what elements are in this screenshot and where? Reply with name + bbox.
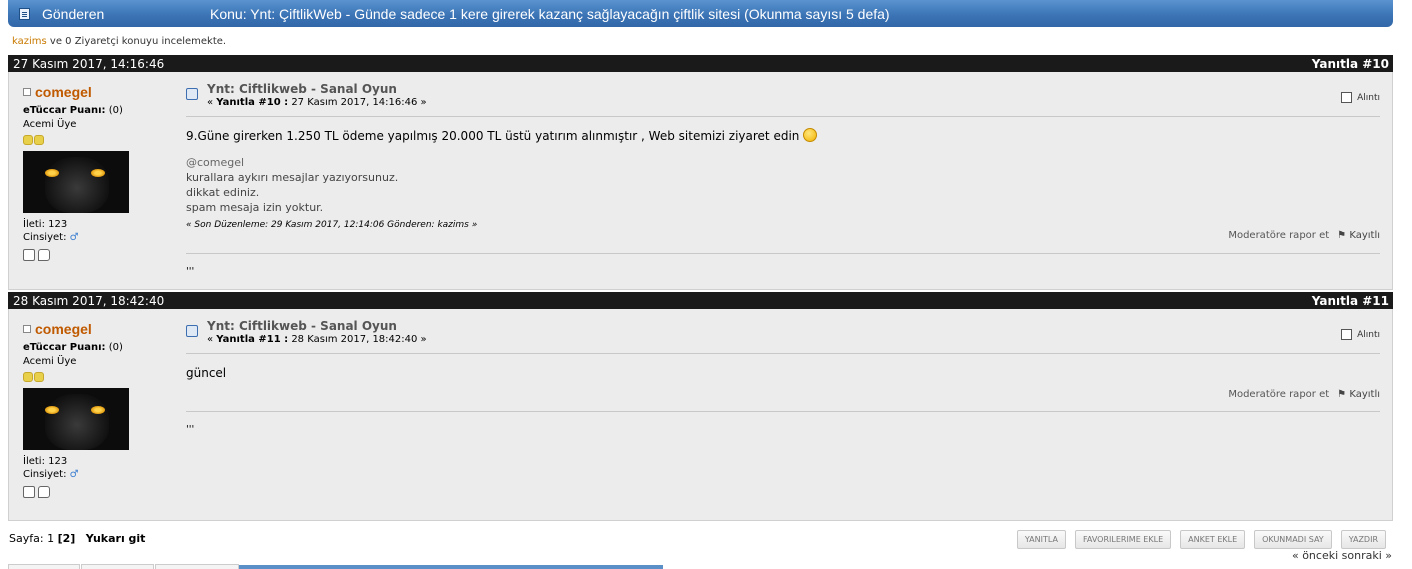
reply-button[interactable]: YANITLA (1016, 530, 1066, 549)
private-message-icon[interactable] (38, 486, 50, 498)
gender-label: Cinsiyet: (23, 232, 67, 243)
male-icon: ♂ (69, 232, 79, 243)
rank-stars (23, 135, 173, 145)
post-title[interactable]: Ynt: Ciftlikweb - Sanal Oyun (207, 82, 427, 96)
post-reply-ref: Yanıtla #11 : (216, 334, 289, 345)
post-reply-number[interactable]: Yanıtla #10 (1312, 57, 1389, 71)
private-message-icon[interactable] (38, 249, 50, 261)
pagination-label: Sayfa: (9, 532, 44, 545)
quote-button[interactable]: Alıntı (1341, 92, 1380, 103)
last-edit-note: « Son Düzenleme: 29 Kasım 2017, 12:14:06… (186, 220, 478, 230)
topic-header-bar: Gönderen Konu: Ynt: ÇiftlikWeb - Günde s… (8, 0, 1393, 27)
meta-prefix: « (207, 97, 217, 108)
rating-label: eTüccar Puanı: (23, 342, 106, 353)
moderator-note: @comegel kurallara aykırı mesajlar yazıy… (186, 155, 1380, 215)
bottom-tab[interactable] (8, 564, 80, 569)
poster-rank: Acemi Üye (23, 119, 77, 130)
poster-info: comegel eTüccar Puanı: (0) Acemi Üye İle… (23, 321, 173, 498)
sender-column-label: Gönderen (42, 5, 105, 22)
mod-line: kurallara aykırı mesajlar yazıyorsunuz. (186, 171, 399, 184)
poster-rank: Acemi Üye (23, 356, 77, 367)
quote-label: Alıntı (1357, 92, 1380, 103)
topic-buttons: YANITLA FAVORILERIME EKLE ANKET EKLE OKU… (1016, 530, 1386, 549)
logged-label: Kayıtlı (1349, 389, 1380, 400)
rank-stars (23, 372, 173, 382)
current-page: [2] (57, 532, 76, 545)
report-to-moderator-link[interactable]: Moderatöre rapor et (1228, 389, 1329, 400)
go-top-link[interactable]: Yukarı git (86, 532, 146, 545)
quote-label: Alıntı (1357, 329, 1380, 340)
gender-label: Cinsiyet: (23, 469, 67, 480)
post: comegel eTüccar Puanı: (0) Acemi Üye İle… (8, 309, 1393, 521)
post-reply-number[interactable]: Yanıtla #11 (1312, 294, 1389, 308)
poster-post-count: İleti: 123 (23, 219, 68, 230)
next-link[interactable]: sonraki » (1342, 549, 1392, 562)
viewers-text: ve 0 Ziyaretçi konuyu incelemekte. (46, 36, 227, 47)
poster-info: comegel eTüccar Puanı: (0) Acemi Üye İle… (23, 84, 173, 261)
online-status-icon (23, 325, 31, 333)
post-date-bar: 27 Kasım 2017, 14:16:46 Yanıtla #10 (8, 55, 1393, 72)
post: comegel eTüccar Puanı: (0) Acemi Üye İle… (8, 72, 1393, 290)
page-link[interactable]: 1 (47, 532, 54, 545)
document-icon (19, 7, 30, 20)
bottom-tab[interactable] (155, 564, 239, 569)
signature: ''' (186, 424, 195, 435)
avatar (23, 151, 129, 213)
add-favorites-button[interactable]: FAVORILERIME EKLE (1075, 530, 1172, 549)
logged-label: Kayıtlı (1349, 230, 1380, 241)
print-button[interactable]: YAZDIR (1340, 530, 1386, 549)
quote-icon (1341, 329, 1353, 340)
post-meta-date: 27 Kasım 2017, 14:16:46 » (288, 97, 427, 108)
post-title[interactable]: Ynt: Ciftlikweb - Sanal Oyun (207, 319, 427, 333)
logged-indicator: ⚑ Kayıtlı (1337, 230, 1380, 241)
online-status-icon (23, 88, 31, 96)
profile-icon[interactable] (23, 249, 35, 261)
report-to-moderator-link[interactable]: Moderatöre rapor et (1228, 230, 1329, 241)
post-icon (186, 325, 198, 337)
post-date: 27 Kasım 2017, 14:16:46 (13, 56, 165, 71)
viewer-user-link[interactable]: kazims (12, 36, 47, 47)
add-poll-button[interactable]: ANKET EKLE (1180, 530, 1246, 549)
post-date: 28 Kasım 2017, 18:42:40 (13, 293, 165, 308)
rating-value: (0) (108, 342, 123, 353)
male-icon: ♂ (69, 469, 79, 480)
logged-indicator: ⚑ Kayıtlı (1337, 389, 1380, 400)
previous-link[interactable]: « önceki (1292, 549, 1338, 562)
star-icon (34, 135, 44, 145)
smiley-icon (803, 128, 818, 142)
avatar (23, 388, 129, 450)
post-reply-ref: Yanıtla #10 : (216, 97, 289, 108)
pagination: Sayfa: 1 [2] Yukarı git (9, 532, 145, 545)
post-icon (186, 88, 198, 100)
signature: ''' (186, 266, 195, 277)
post-message: güncel (186, 366, 227, 380)
profile-icon[interactable] (23, 486, 35, 498)
mark-unread-button[interactable]: OKUNMADI SAY (1254, 530, 1332, 549)
post-date-bar: 28 Kasım 2017, 18:42:40 Yanıtla #11 (8, 292, 1393, 309)
rating-label: eTüccar Puanı: (23, 105, 106, 116)
poster-name[interactable]: comegel (35, 321, 92, 337)
star-icon (23, 372, 33, 382)
quote-icon (1341, 92, 1353, 103)
mod-mention: @comegel (186, 156, 245, 169)
mod-line: spam mesaja izin yoktur. (186, 201, 324, 214)
mod-line: dikkat ediniz. (186, 186, 260, 199)
bottom-tab-strip (8, 564, 1393, 569)
topic-subject: Konu: Ynt: ÇiftlikWeb - Günde sadece 1 k… (210, 5, 890, 22)
star-icon (23, 135, 33, 145)
meta-prefix: « (207, 334, 217, 345)
poster-post-count: İleti: 123 (23, 456, 68, 467)
post-meta-date: 28 Kasım 2017, 18:42:40 » (288, 334, 427, 345)
post-message: 9.Güne girerken 1.250 TL ödeme yapılmış … (186, 128, 1380, 144)
topic-nav: « önceki sonraki » (1292, 549, 1392, 562)
quote-button[interactable]: Alıntı (1341, 329, 1380, 340)
rating-value: (0) (108, 105, 123, 116)
bottom-tab[interactable] (81, 564, 154, 569)
message-text: 9.Güne girerken 1.250 TL ödeme yapılmış … (186, 129, 800, 143)
poster-name[interactable]: comegel (35, 84, 92, 100)
bottom-tab-active[interactable] (239, 565, 663, 569)
viewers-info: kazims ve 0 Ziyaretçi konuyu incelemekte… (12, 36, 226, 47)
star-icon (34, 372, 44, 382)
